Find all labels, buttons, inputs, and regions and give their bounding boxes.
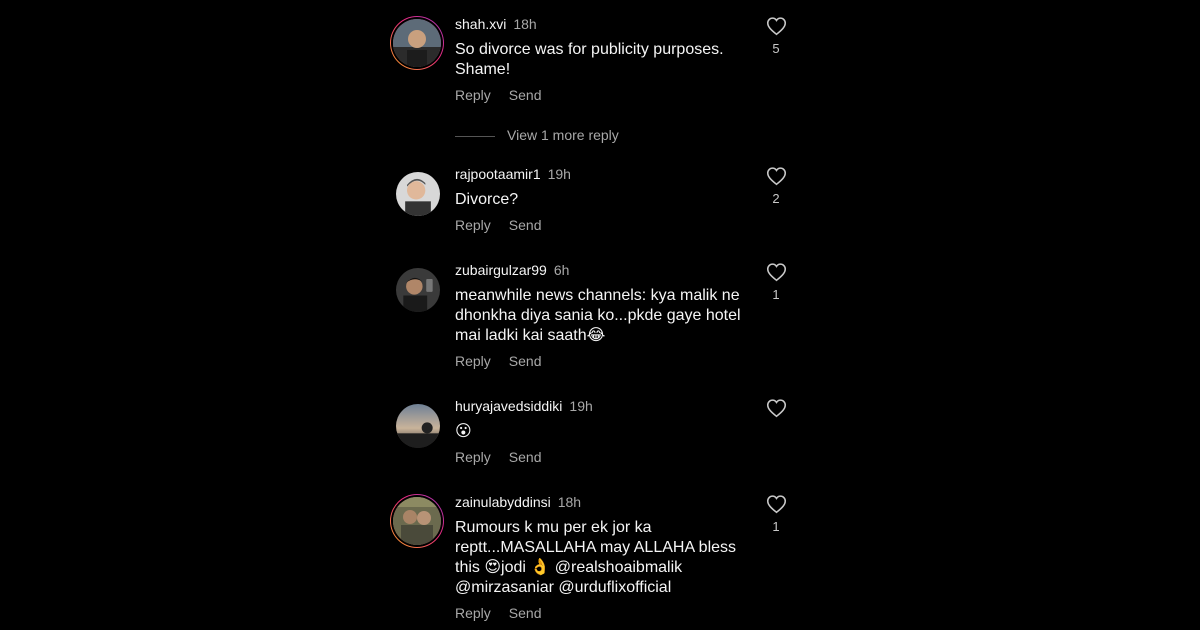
heart-outline-icon[interactable] [764,262,788,282]
comment-actions: Reply Send [455,353,542,369]
timestamp: 6h [553,262,570,278]
comment-header: rajpootaamir1 19h [455,166,571,182]
heart-outline-icon[interactable] [764,16,788,36]
username-link[interactable]: shah.xvi [455,16,506,32]
comment-header: zainulabyddinsi 18h [455,494,581,510]
like-control: 1 [764,262,788,302]
reply-button[interactable]: Reply [455,449,491,465]
heart-outline-icon[interactable] [764,494,788,514]
comment-header: shah.xvi 18h [455,16,537,32]
comment-actions: Reply Send [455,449,542,465]
like-count: 1 [772,519,780,534]
send-button[interactable]: Send [509,217,542,233]
reply-button[interactable]: Reply [455,353,491,369]
timestamp: 18h [557,494,582,510]
avatar-wrapper[interactable] [390,262,444,316]
comment-text: 😮 [455,423,472,440]
heart-outline-icon[interactable] [764,166,788,186]
avatar-story-ring[interactable] [390,16,444,70]
comment-actions: Reply Send [455,87,542,103]
avatar-story-ring[interactable] [390,494,444,548]
avatar-wrapper[interactable] [390,398,444,452]
avatar [396,404,440,448]
username-link[interactable]: huryajavedsiddiki [455,398,562,414]
timestamp: 19h [547,166,571,182]
reply-button[interactable]: Reply [455,87,491,103]
like-control [764,398,788,423]
comment-header: huryajavedsiddiki 19h [455,398,593,414]
like-count: 2 [772,191,780,206]
comment-text: meanwhile news channels: kya malik ne dh… [455,287,741,344]
timestamp: 18h [513,16,537,32]
divider-line [455,135,495,137]
send-button[interactable]: Send [509,605,542,621]
avatar-wrapper[interactable] [390,166,444,220]
like-count: 5 [772,41,780,56]
like-count: 1 [772,287,780,302]
comments-feed: shah.xvi 18h So divorce was for publicity… [0,0,1200,630]
comment-header: zubairgulzar99 6h [455,262,569,278]
view-more-replies-button[interactable]: View 1 more reply [455,127,619,143]
avatar [393,497,441,545]
comment-text: Rumours k mu per ek jor ka reptt...MASAL… [455,519,737,596]
avatar [396,172,440,216]
username-link[interactable]: zainulabyddinsi [455,494,551,510]
send-button[interactable]: Send [509,87,542,103]
like-control: 2 [764,166,788,206]
username-link[interactable]: zubairgulzar99 [455,262,547,278]
heart-outline-icon[interactable] [764,398,788,418]
like-control: 5 [764,16,788,56]
reply-button[interactable]: Reply [455,605,491,621]
send-button[interactable]: Send [509,353,542,369]
send-button[interactable]: Send [509,449,542,465]
avatar [393,19,441,67]
avatar [396,268,440,312]
like-control: 1 [764,494,788,534]
comment-text: Divorce? [455,191,519,208]
comment-actions: Reply Send [455,217,542,233]
username-link[interactable]: rajpootaamir1 [455,166,541,182]
timestamp: 19h [569,398,593,414]
comment-text: So divorce was for publicity purposes. S… [455,41,724,78]
comment-actions: Reply Send [455,605,542,621]
view-more-replies-label: View 1 more reply [507,127,619,143]
reply-button[interactable]: Reply [455,217,491,233]
